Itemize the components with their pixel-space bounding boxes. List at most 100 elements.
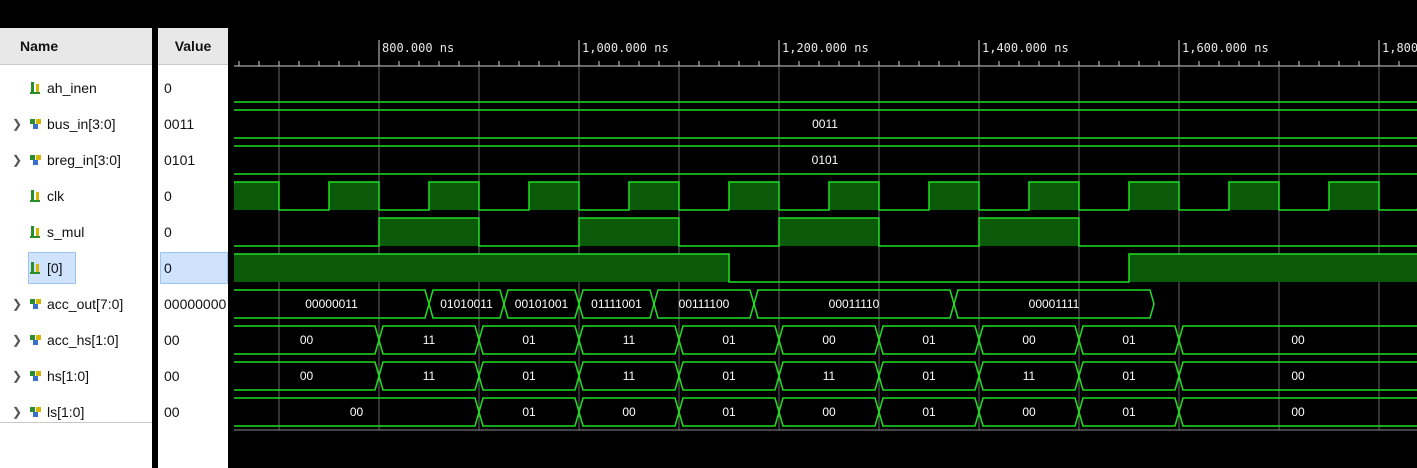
- s-mul-high-fill: [379, 218, 479, 246]
- acc-hs-value-label: 01: [1122, 333, 1136, 347]
- bus-signal-icon: [30, 333, 42, 347]
- clk-high-fill: [629, 182, 679, 210]
- signal-row-value[interactable]: 00: [158, 358, 228, 394]
- ls-value-label: 00: [822, 405, 836, 419]
- clk-high-fill: [1329, 182, 1379, 210]
- s-mul-high-fill: [979, 218, 1079, 246]
- signal-value: 0: [164, 80, 172, 96]
- signal-row-value[interactable]: 0: [158, 250, 228, 286]
- clk-high-fill: [429, 182, 479, 210]
- hs-value-label: 00: [300, 369, 314, 383]
- bus-signal-icon: [30, 405, 42, 419]
- chevron-right-icon[interactable]: ❯: [12, 153, 22, 167]
- signal-name: bus_in[3:0]: [47, 116, 116, 132]
- chevron-right-icon[interactable]: ❯: [12, 297, 22, 311]
- signal-row-name[interactable]: s_mul: [0, 214, 152, 250]
- ruler-tick-label: 1,800: [1382, 41, 1417, 55]
- signal-row-value[interactable]: 00000000: [158, 286, 228, 322]
- value-toolbar-band: [158, 0, 228, 28]
- ruler-tick-label: 1,400.000 ns: [982, 41, 1069, 55]
- clk-high-fill: [1029, 182, 1079, 210]
- ls-value-label: 00: [1022, 405, 1036, 419]
- signal-row-value[interactable]: 0: [158, 70, 228, 106]
- clk-high-fill: [234, 182, 279, 210]
- signal-row-value[interactable]: 0: [158, 178, 228, 214]
- signal-name: clk: [47, 188, 65, 204]
- acc-out-value-label: 01010011: [440, 297, 493, 311]
- value-header[interactable]: Value: [158, 28, 228, 65]
- acc-out-value-label: 00101001: [515, 297, 569, 311]
- acc-out-value-label: 00001111: [1029, 297, 1080, 311]
- bus-in-value-label: 0011: [812, 117, 838, 131]
- signal-row-value[interactable]: 0: [158, 214, 228, 250]
- acc-out-value-label: 00011110: [829, 297, 880, 311]
- breg-in-value-label: 0101: [812, 153, 839, 167]
- signal-value: 00000000: [164, 296, 227, 312]
- acc-hs-value-label: 01: [922, 333, 936, 347]
- clk-high-fill: [829, 182, 879, 210]
- chevron-right-icon[interactable]: ❯: [12, 369, 22, 383]
- name-header[interactable]: Name: [0, 28, 152, 65]
- ls-value-label: 00: [350, 405, 364, 419]
- signal-row-name[interactable]: ❯ ls[1:0]: [0, 394, 152, 430]
- hs-value-label: 11: [623, 369, 636, 383]
- name-bottom-divider: [0, 422, 152, 423]
- ls-value-label: 00: [622, 405, 636, 419]
- signal-value: 0011: [164, 116, 195, 132]
- signal-row-value[interactable]: 0011: [158, 106, 228, 142]
- signal-row-name[interactable]: ah_inen: [0, 70, 152, 106]
- s-mul-high-fill: [579, 218, 679, 246]
- signal-row-name[interactable]: ❯ hs[1:0]: [0, 358, 152, 394]
- ls-value-label: 01: [522, 405, 536, 419]
- signal-row-name[interactable]: [0]: [0, 250, 152, 286]
- acc-out-value-label: 00000011: [305, 297, 358, 311]
- signal-name: s_mul: [47, 224, 85, 240]
- signal-name: hs[1:0]: [47, 368, 90, 384]
- signal-row-name[interactable]: ❯ acc_out[7:0]: [0, 286, 152, 322]
- chevron-right-icon[interactable]: ❯: [12, 405, 22, 419]
- waveform-viewer[interactable]: 800.000 ns 1,000.000 ns 1,200.000 ns 1,400.…: [234, 0, 1417, 468]
- bus-signal-icon: [30, 153, 42, 167]
- signal-name: breg_in[3:0]: [47, 152, 121, 168]
- signal-value: 0: [164, 224, 172, 240]
- panel-toolbar-band: [0, 0, 152, 28]
- signal-name: ah_inen: [47, 80, 97, 96]
- signal-value: 00: [164, 404, 180, 420]
- clk-high-fill: [929, 182, 979, 210]
- bit-signal-icon: [30, 261, 42, 275]
- signal-row-value[interactable]: 0101: [158, 142, 228, 178]
- signal-name: acc_hs[1:0]: [47, 332, 119, 348]
- acc-hs-value-label: 01: [522, 333, 536, 347]
- value-column: Value 0 0011 0101 0 0 0 00000000 00 00 00: [158, 0, 228, 468]
- bus-signal-icon: [30, 117, 42, 131]
- acc-hs-value-label: 00: [1022, 333, 1036, 347]
- clk-high-fill: [1129, 182, 1179, 210]
- signal-row-name[interactable]: ❯ bus_in[3:0]: [0, 106, 152, 142]
- acc-out-value-label: 01111001: [591, 297, 642, 311]
- signal-panel: Name ah_inen ❯ bus_in[3:0] ❯ breg_in[3:0]clk…: [0, 0, 228, 468]
- signal-value: 0: [164, 188, 172, 204]
- signal-value: 0: [164, 260, 172, 276]
- ls-value-label: 01: [722, 405, 736, 419]
- acc-hs-value-label: 01: [722, 333, 736, 347]
- signal-row-name[interactable]: clk: [0, 178, 152, 214]
- signal-row-name[interactable]: ❯ breg_in[3:0]: [0, 142, 152, 178]
- acc-hs-value-label: 00: [822, 333, 836, 347]
- signal-row-name[interactable]: ❯ acc_hs[1:0]: [0, 322, 152, 358]
- signal-value: 00: [164, 332, 180, 348]
- chevron-right-icon[interactable]: ❯: [12, 333, 22, 347]
- chevron-right-icon[interactable]: ❯: [12, 117, 22, 131]
- clk-high-fill: [329, 182, 379, 210]
- bit0-high-fill: [1129, 254, 1417, 282]
- ruler-tick-label: 800.000 ns: [382, 41, 454, 55]
- hs-value-label: 11: [423, 369, 436, 383]
- acc-out-value-label: 00111100: [679, 297, 730, 311]
- s-mul-high-fill: [779, 218, 879, 246]
- bus-signal-icon: [30, 369, 42, 383]
- clk-high-fill: [529, 182, 579, 210]
- hs-value-label: 01: [722, 369, 736, 383]
- signal-row-value[interactable]: 00: [158, 394, 228, 430]
- signal-name: [0]: [47, 260, 63, 276]
- signal-row-value[interactable]: 00: [158, 322, 228, 358]
- bit-signal-icon: [30, 81, 42, 95]
